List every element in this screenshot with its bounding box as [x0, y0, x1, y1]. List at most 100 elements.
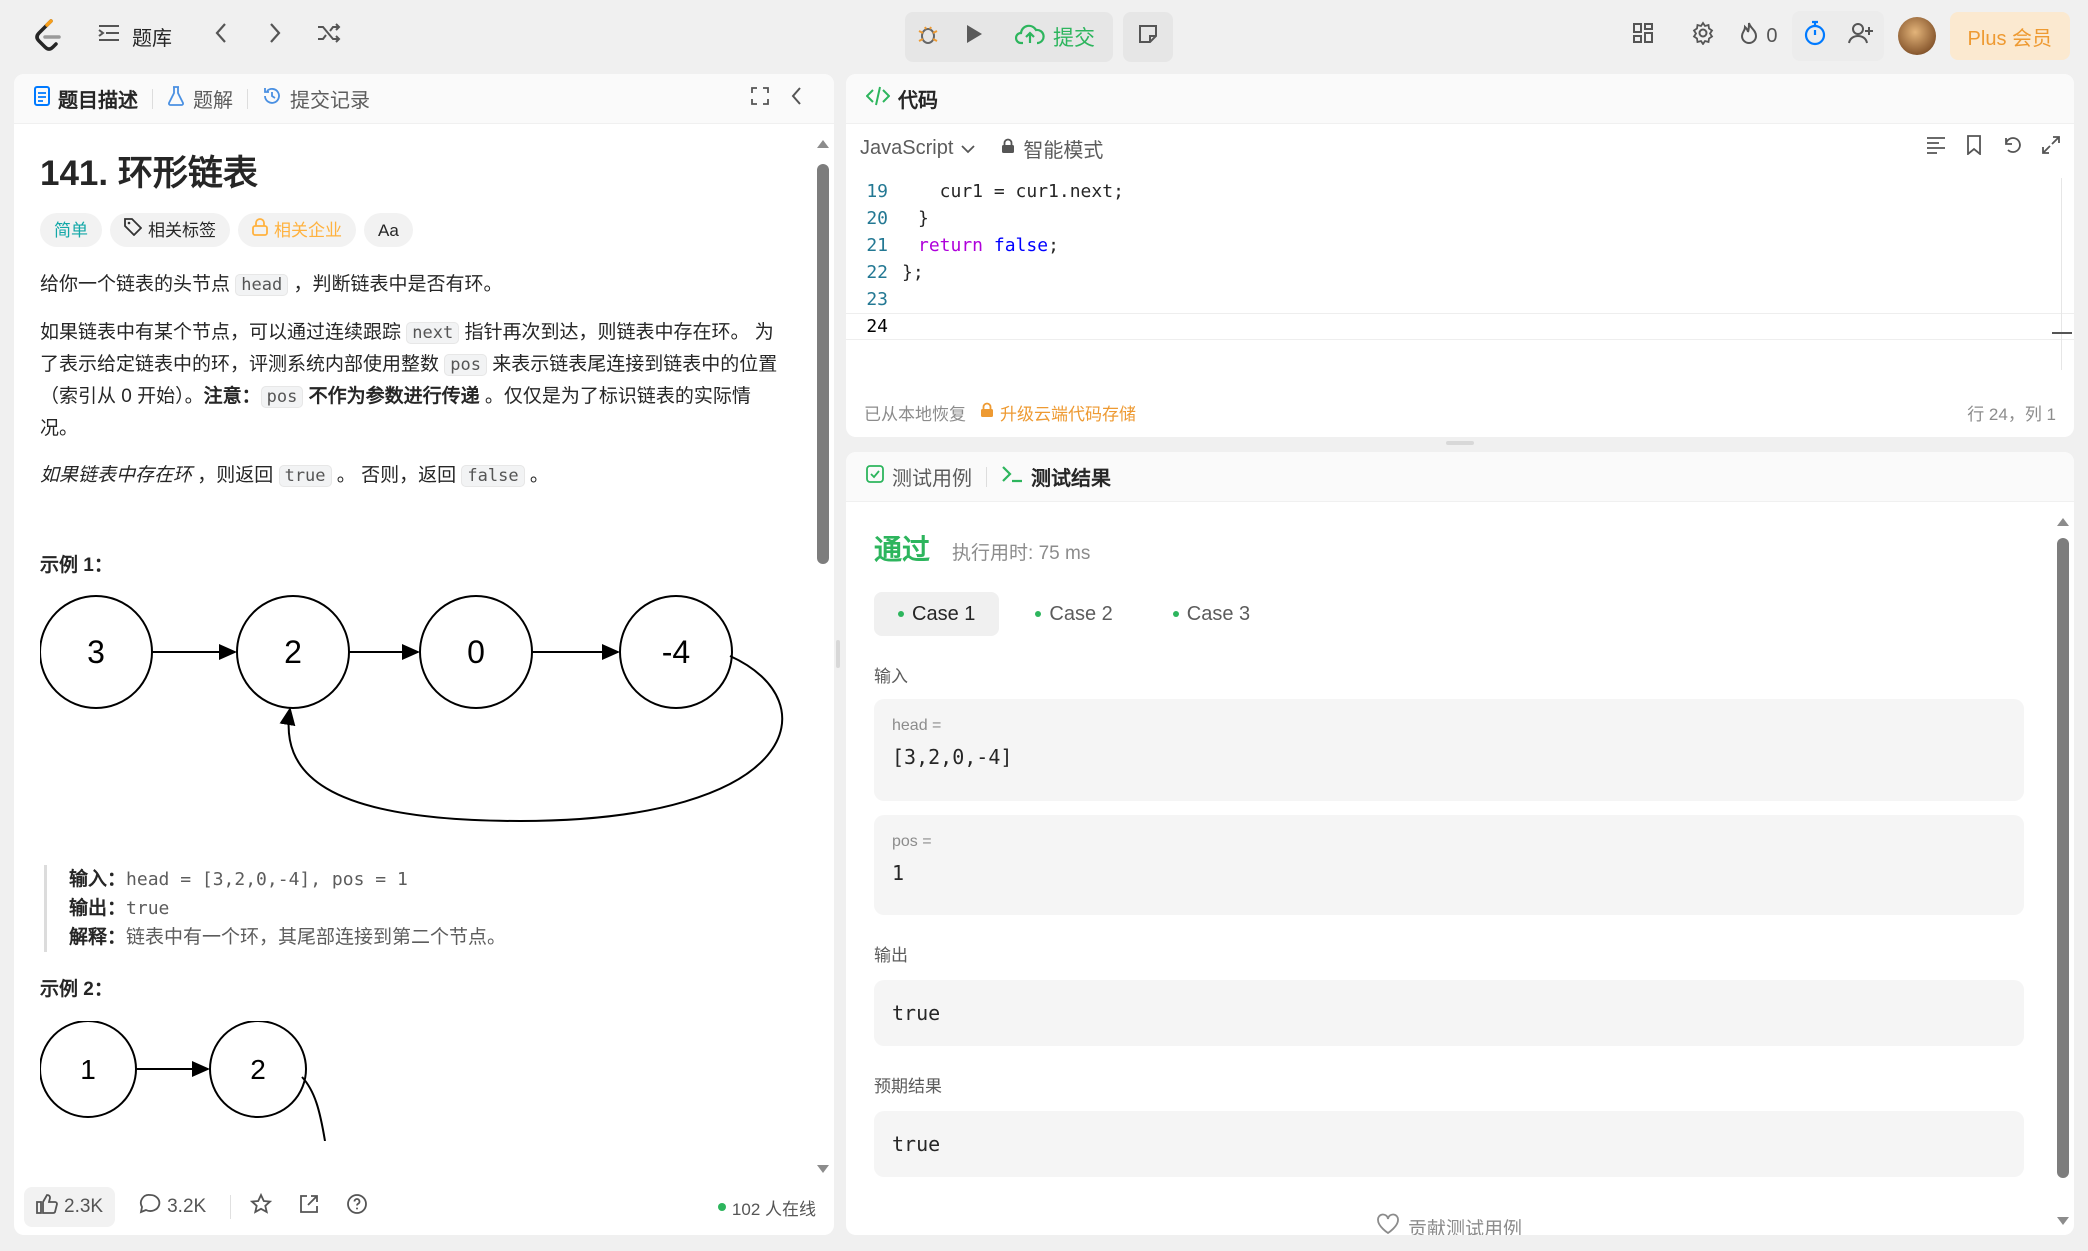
list-icon	[98, 23, 120, 49]
random-problem-button[interactable]	[306, 13, 352, 59]
lock-icon	[980, 402, 994, 423]
streak-counter[interactable]: 0	[1740, 21, 1778, 51]
share-button[interactable]	[291, 1189, 327, 1225]
scroll-down-arrow	[2057, 1217, 2069, 1225]
example-1-explanation: 解释：链表中有一个环，其尾部连接到第二个节点。	[69, 923, 788, 952]
inline-code: head	[235, 274, 289, 296]
contribute-label: 贡献测试用例	[1407, 1218, 1522, 1236]
comments-button[interactable]: 3.2K	[127, 1187, 218, 1227]
maximize-icon[interactable]	[2042, 136, 2060, 160]
code-text: return false;	[918, 235, 1059, 256]
timer-group	[1791, 11, 1884, 61]
flask-icon	[167, 85, 185, 112]
format-icon[interactable]	[1926, 136, 1946, 160]
scroll-down-arrow	[817, 1165, 829, 1173]
smart-mode-toggle[interactable]: 智能模式	[1001, 134, 1103, 163]
expand-icon	[750, 86, 770, 112]
problem-list-label: 题库	[132, 27, 172, 50]
example-1-input: 输入：head = [3,2,0,-4], pos = 1	[69, 865, 788, 894]
timer-button[interactable]	[1792, 13, 1838, 59]
tab-solutions[interactable]: 题解	[167, 84, 233, 113]
notes-button[interactable]	[1123, 12, 1173, 62]
editor-scrollbar[interactable]	[2061, 178, 2062, 370]
leetcode-logo[interactable]	[24, 12, 72, 60]
collapse-panel-button[interactable]	[778, 76, 814, 122]
inline-code: true	[278, 465, 332, 487]
editor-actions	[1926, 135, 2060, 161]
help-button[interactable]	[339, 1189, 375, 1225]
layout-button[interactable]	[1620, 13, 1666, 59]
run-button[interactable]	[951, 14, 997, 60]
node-value: 2	[250, 1054, 266, 1085]
translate-button[interactable]: Aa	[364, 213, 413, 247]
result-scrollbar[interactable]	[2056, 516, 2070, 1227]
tab-description-label: 题目描述	[58, 90, 138, 112]
cursor-position: 行 24，列 1	[1967, 404, 2056, 424]
companies-tag-button[interactable]: 相关企业	[238, 213, 356, 247]
bug-icon	[916, 22, 940, 52]
case-tab-1[interactable]: Case 1	[874, 592, 1000, 636]
plus-label: Plus 会员	[1967, 27, 2052, 50]
tab-submissions[interactable]: 提交记录	[262, 84, 370, 113]
case-tab-3[interactable]: Case 3	[1149, 592, 1274, 636]
editor-scroll-marker	[2052, 332, 2072, 334]
debug-button[interactable]	[905, 14, 951, 60]
tab-code[interactable]: 代码	[865, 84, 938, 113]
lock-icon	[1001, 137, 1015, 160]
list-node: 2	[209, 1021, 307, 1118]
prev-problem-button[interactable]	[198, 13, 244, 59]
code-editor[interactable]: 19 cur1 = cur1.next; 20} 21 return false;…	[846, 178, 2074, 428]
description-tabs: 题目描述 题解 提交记录	[14, 74, 834, 124]
submit-button[interactable]: 提交	[997, 22, 1113, 52]
language-select[interactable]: JavaScript	[860, 136, 976, 160]
settings-button[interactable]	[1680, 13, 1726, 59]
upgrade-storage-link[interactable]: 升级云端代码存储	[980, 400, 1136, 425]
gear-icon	[1691, 21, 1715, 51]
next-problem-button[interactable]	[252, 13, 298, 59]
invite-button[interactable]	[1838, 13, 1884, 59]
plus-member-button[interactable]: Plus 会员	[1949, 12, 2070, 60]
scroll-thumb[interactable]	[2057, 538, 2069, 1178]
online-dot	[717, 1203, 726, 1211]
difficulty-badge[interactable]: 简单	[40, 213, 102, 247]
language-label: JavaScript	[860, 136, 954, 159]
problem-list-button[interactable]: 题库	[90, 22, 180, 51]
result-panel: 测试用例 测试结果 通过 执行用时: 75 ms Case 1 Case 2 C…	[846, 452, 2074, 1235]
code-line: 23	[846, 286, 2074, 313]
vertical-splitter[interactable]	[836, 640, 840, 668]
favorite-button[interactable]	[243, 1189, 279, 1225]
inline-code: pos	[444, 354, 487, 376]
case-tabs: Case 1 Case 2 Case 3	[874, 592, 2024, 636]
avatar[interactable]	[1897, 17, 1936, 55]
tab-testcase[interactable]: 测试用例	[866, 462, 972, 491]
cycle-arrow	[301, 1076, 326, 1141]
checkbox-icon	[866, 464, 884, 489]
fullscreen-button[interactable]	[742, 76, 778, 122]
external-link-icon	[298, 1193, 320, 1221]
tab-test-result[interactable]: 测试结果	[1001, 462, 1111, 491]
inline-code: next	[406, 322, 460, 344]
bookmark-icon[interactable]	[1966, 135, 1982, 161]
output-value: true	[892, 1001, 941, 1025]
scroll-thumb[interactable]	[817, 164, 829, 564]
note-icon	[1137, 23, 1159, 51]
restore-status: 已从本地恢复	[864, 404, 966, 424]
tab-solutions-label: 题解	[193, 90, 233, 112]
tab-description[interactable]: 题目描述	[34, 84, 138, 113]
like-button[interactable]: 2.3K	[24, 1187, 116, 1227]
italic-text: 如果链表中存在环	[40, 465, 193, 486]
topics-tag-button[interactable]: 相关标签	[110, 213, 230, 247]
code-line: 21 return false;	[846, 232, 2074, 259]
text: ，判断链表中是否有环。	[288, 274, 503, 295]
tab-test-result-label: 测试结果	[1031, 468, 1111, 490]
code-panel: 代码 JavaScript 智能模式 19 cur1 = cur1.next; …	[846, 74, 2074, 437]
description-scrollbar[interactable]	[816, 138, 830, 1175]
topics-tag-label: 相关标签	[148, 220, 216, 240]
case-tab-2[interactable]: Case 2	[1011, 592, 1136, 636]
contribute-testcase-button[interactable]: 贡献测试用例	[874, 1213, 2024, 1235]
inline-code: false	[461, 465, 525, 487]
reset-icon[interactable]	[2002, 135, 2022, 161]
code-text: };	[902, 262, 924, 283]
text: 给你一个链表的头节点	[40, 274, 236, 295]
horizontal-splitter[interactable]	[1446, 441, 1474, 445]
